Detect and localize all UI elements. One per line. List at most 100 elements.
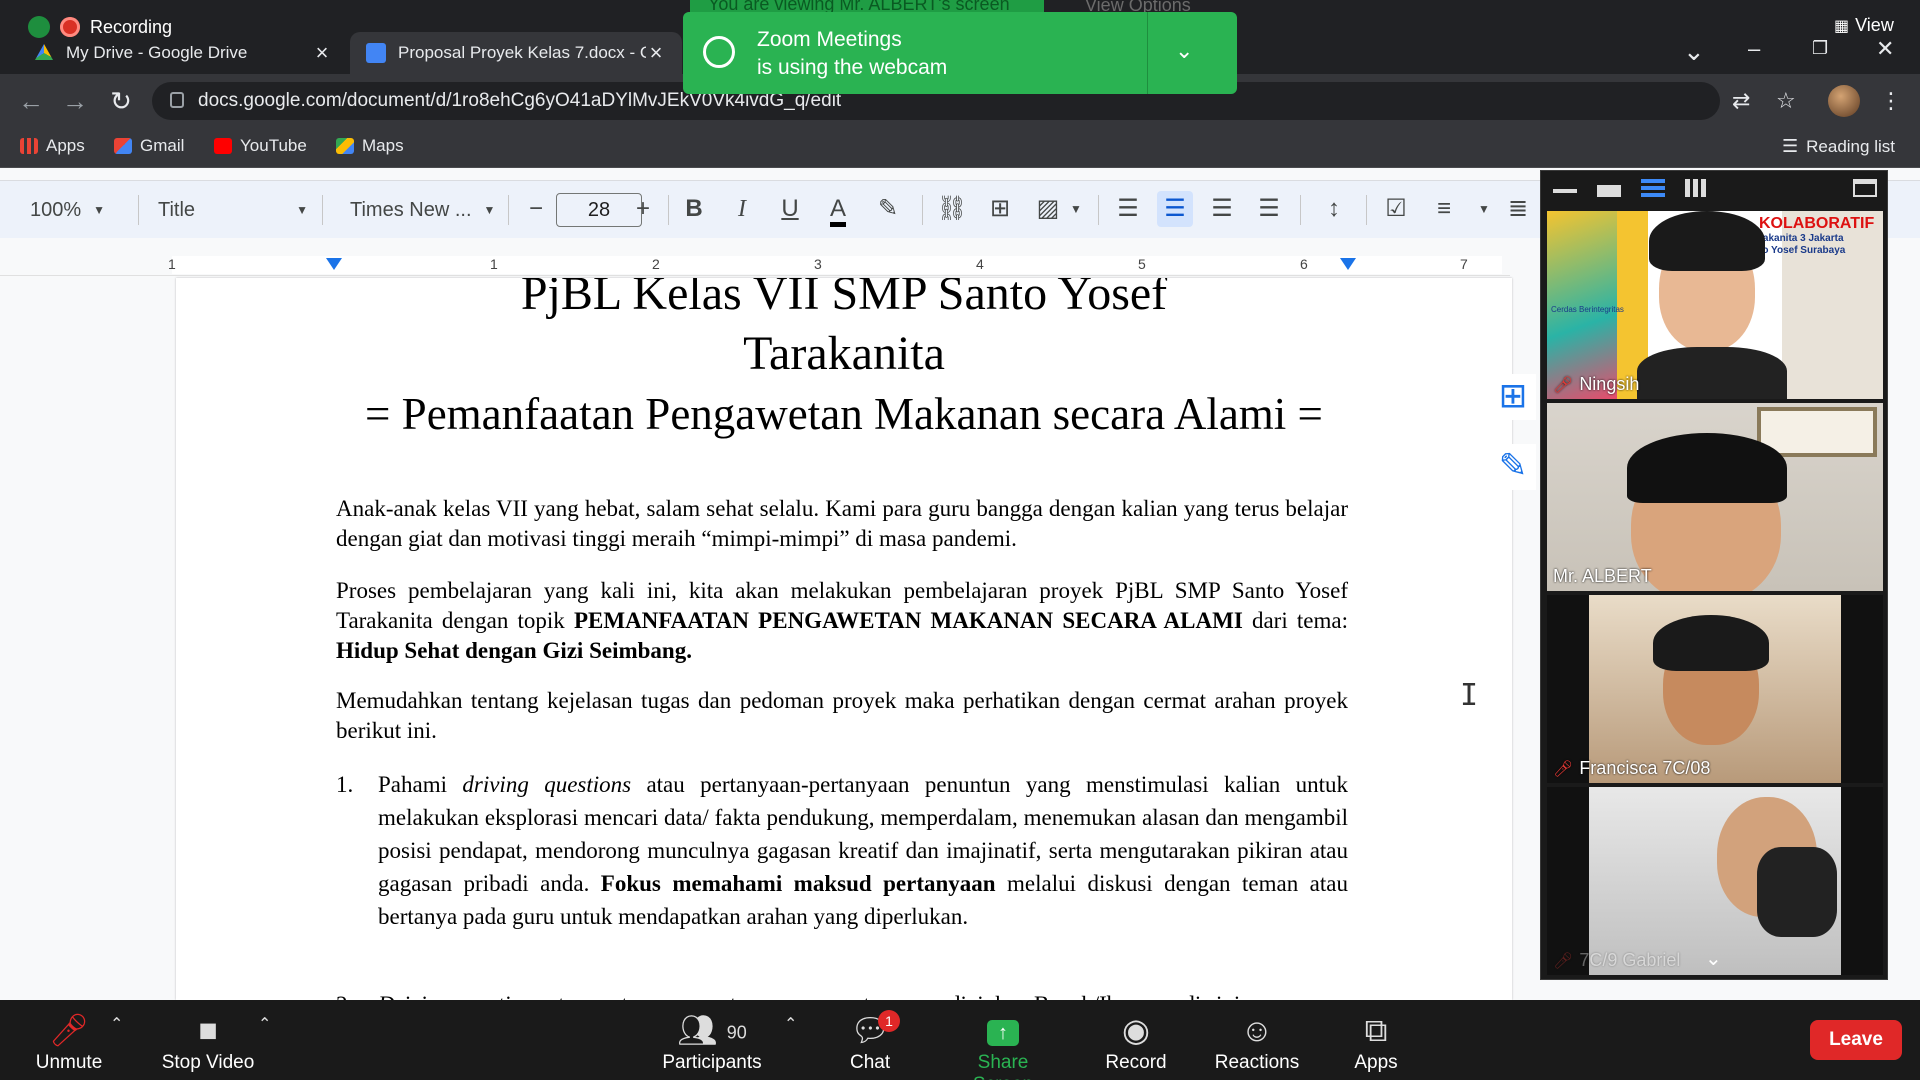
forward-icon[interactable]: →	[58, 86, 92, 117]
chevron-down-icon: ▼	[483, 203, 496, 217]
reading-list-icon: ☰	[1782, 136, 1799, 156]
pop-out-icon[interactable]	[1853, 179, 1877, 197]
maps-icon	[336, 138, 354, 154]
bold-icon[interactable]: B	[676, 191, 712, 227]
tab-title: Proposal Proyek Kelas 7.docx - G	[398, 43, 646, 62]
suggest-edit-icon[interactable]: ✎	[1490, 444, 1536, 490]
reload-icon[interactable]: ↻	[104, 86, 138, 117]
leave-button[interactable]: Leave	[1810, 1020, 1902, 1060]
right-indent-marker[interactable]	[1340, 258, 1356, 270]
list-item: 1. Pahami driving questions atau pertany…	[336, 768, 1348, 933]
tab-google-docs[interactable]: Proposal Proyek Kelas 7.docx - G ×	[350, 32, 682, 74]
ruler-number: 1	[168, 256, 176, 272]
align-left-icon[interactable]: ☰	[1110, 191, 1146, 227]
document-page[interactable]: PjBL Kelas VII SMP Santo Yosef Tarakanit…	[176, 278, 1512, 1000]
justify-icon[interactable]: ☰	[1251, 191, 1287, 227]
participants-caret-icon[interactable]: ⌃	[784, 1014, 797, 1034]
tab-google-drive[interactable]: My Drive - Google Drive ×	[18, 32, 348, 74]
stop-video-button[interactable]: ■ Stop Video	[158, 1008, 258, 1074]
profile-avatar[interactable]	[1828, 85, 1860, 117]
link-icon[interactable]: ⛓	[934, 191, 970, 227]
tab-search-icon[interactable]: ⌄	[1683, 36, 1705, 67]
button-label: Participants	[662, 1052, 762, 1073]
chevron-down-icon[interactable]: ▼	[1466, 191, 1502, 227]
name-label: 7C/9 Gabriel	[1579, 950, 1681, 970]
record-button[interactable]: ◉ Record	[1104, 1008, 1168, 1074]
line-spacing-icon[interactable]: ↕	[1316, 191, 1352, 227]
bookmark-youtube[interactable]: YouTube	[214, 136, 307, 156]
participant-tile[interactable]: 🎤︎ Francisca 7C/08	[1547, 595, 1883, 783]
add-comment-icon[interactable]: ⊞	[982, 191, 1018, 227]
participants-icon: 👥︎ 90	[677, 1012, 747, 1048]
back-icon[interactable]: ←	[14, 86, 48, 117]
participants-button[interactable]: 👥︎ 90 Participants	[660, 1008, 764, 1074]
bookmark-label: Gmail	[140, 136, 185, 155]
strip-view-icon[interactable]	[1641, 179, 1665, 197]
apps-button[interactable]: ⧉ Apps	[1352, 1008, 1400, 1074]
minimize-icon[interactable]: –	[1748, 36, 1760, 62]
decrease-font-size-icon[interactable]: −	[518, 191, 554, 227]
bullet-list-icon[interactable]: ≡	[1426, 191, 1462, 227]
toolbar-divider	[322, 195, 323, 225]
participant-tile[interactable]: KOLABORATIF rakanita 3 Jakarta to Yosef …	[1547, 211, 1883, 399]
italic-icon[interactable]: I	[724, 191, 760, 227]
more-menu-icon[interactable]: ⋮	[1880, 88, 1902, 114]
bookmark-gmail[interactable]: Gmail	[114, 136, 184, 156]
align-center-icon[interactable]: ☰	[1157, 191, 1193, 227]
reactions-button[interactable]: ☺ Reactions	[1214, 1008, 1300, 1074]
translate-icon[interactable]: ⇄	[1732, 88, 1750, 114]
chevron-down-icon: ▼	[296, 203, 308, 217]
bookmark-star-icon[interactable]: ☆	[1776, 88, 1796, 114]
close-window-icon[interactable]: ✕	[1876, 36, 1894, 62]
participants-count: 90	[726, 1022, 747, 1043]
ruler-number: 7	[1460, 256, 1468, 272]
audio-options-caret-icon[interactable]: ⌃	[110, 1014, 123, 1034]
gallery-view-icon[interactable]	[1685, 179, 1709, 197]
participant-name: 🎤︎ Ningsih	[1553, 374, 1639, 395]
list-item: 2. Driving questions atau pertanyaan-per…	[336, 988, 1348, 1000]
zoom-view-button[interactable]: ▦ View	[1834, 15, 1894, 36]
highlight-icon[interactable]: ✎	[870, 191, 906, 227]
close-tab-icon[interactable]: ×	[312, 40, 332, 66]
scroll-down-icon[interactable]: ⌄	[1705, 946, 1722, 971]
underline-icon[interactable]: U	[772, 191, 808, 227]
left-indent-marker[interactable]	[326, 258, 342, 270]
close-tab-icon[interactable]: ×	[646, 40, 666, 66]
video-options-caret-icon[interactable]: ⌃	[258, 1014, 271, 1034]
notification-title: Zoom Meetings	[757, 28, 902, 51]
increase-font-size-icon[interactable]: +	[625, 191, 661, 227]
webcam-notification[interactable]: Zoom Meetings is using the webcam ⌄	[683, 12, 1237, 94]
align-right-icon[interactable]: ☰	[1204, 191, 1240, 227]
chat-button[interactable]: 💬︎ Chat 1	[850, 1008, 900, 1074]
webcam-icon	[703, 36, 735, 68]
participant-name: 🎤︎ Francisca 7C/08	[1553, 758, 1710, 779]
unmute-button[interactable]: 🎤︎ Unmute	[34, 1008, 104, 1074]
bookmark-label: Maps	[362, 136, 404, 155]
style-select[interactable]: Title ▼	[158, 193, 308, 227]
numbered-list-icon[interactable]: ≣	[1500, 191, 1536, 227]
view-options-button[interactable]: View Options	[1085, 0, 1191, 14]
participant-tile[interactable]: 🎤︎ 7C/9 Gabriel ⌄	[1547, 787, 1883, 975]
text-run: atau pertanyaan-pertanyaan penuntun yang…	[542, 992, 1240, 1000]
participant-tile[interactable]: Mr. ALBERT	[1547, 403, 1883, 591]
chevron-down-icon[interactable]: ▼	[1058, 191, 1094, 227]
background-logo-text: Cerdas Berintegritas	[1551, 305, 1624, 314]
speaker-view-icon[interactable]	[1597, 185, 1621, 197]
font-select[interactable]: Times New ... ▼	[350, 193, 495, 227]
button-label: Record	[1105, 1052, 1167, 1073]
ruler-number: 5	[1138, 256, 1146, 272]
participant-hair	[1649, 211, 1765, 271]
restore-icon[interactable]: ❐	[1812, 38, 1828, 59]
chevron-down-icon[interactable]: ⌄	[1175, 38, 1193, 64]
text-color-icon[interactable]: A	[820, 191, 856, 227]
reading-list-button[interactable]: ☰ Reading list	[1782, 136, 1895, 157]
add-comment-side-icon[interactable]: ⊞	[1490, 374, 1536, 420]
zoom-select[interactable]: 100% ▼	[30, 193, 105, 227]
minimize-video-icon[interactable]	[1553, 179, 1577, 193]
bookmark-apps[interactable]: Apps	[20, 136, 85, 156]
share-screen-button[interactable]: ↑ Share Screen	[948, 1008, 1058, 1080]
checklist-icon[interactable]: ☑	[1378, 191, 1414, 227]
text-run-bold: Fokus memahami maksud pertanyaan	[600, 871, 996, 896]
bookmarks-bar: Apps Gmail YouTube Maps ☰ Reading list	[0, 128, 1920, 168]
bookmark-maps[interactable]: Maps	[336, 136, 404, 156]
